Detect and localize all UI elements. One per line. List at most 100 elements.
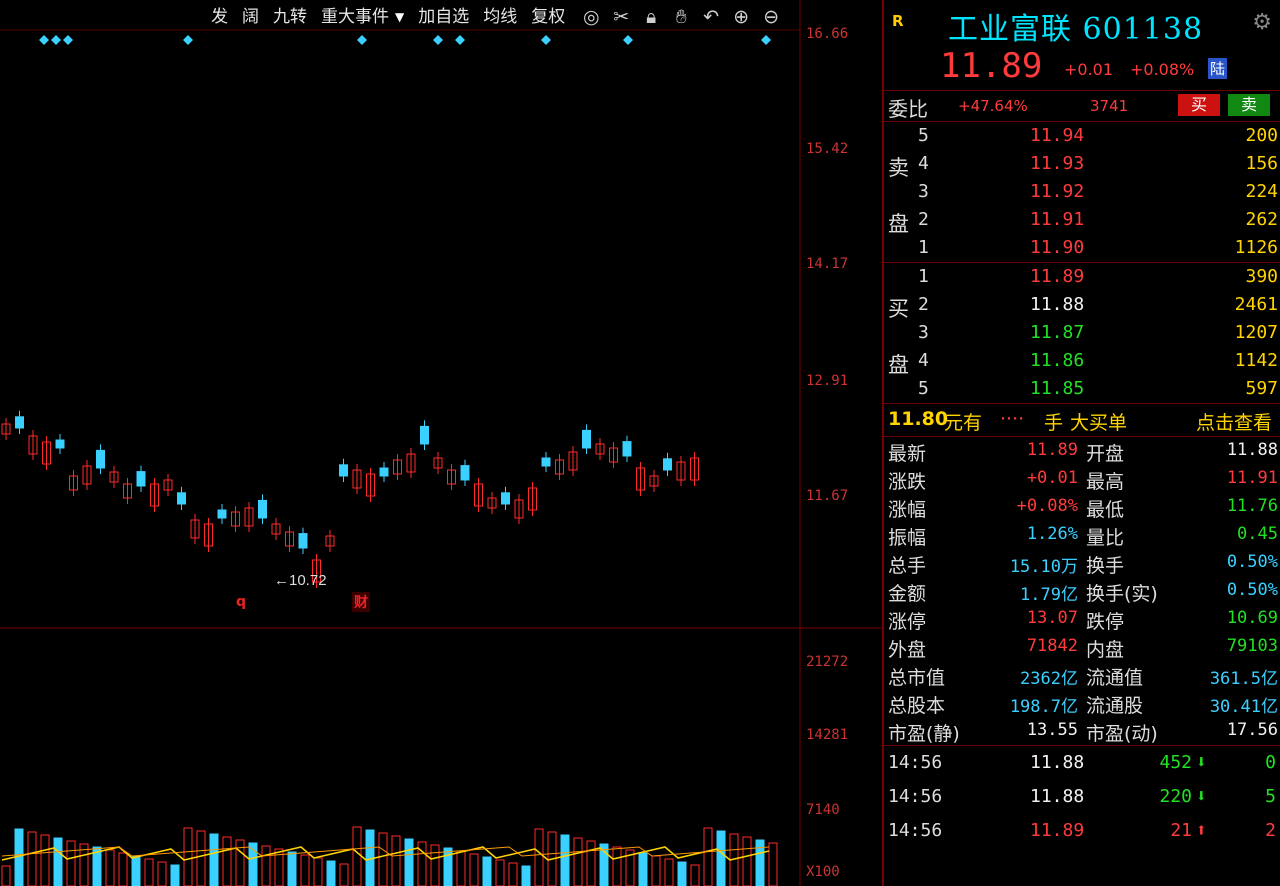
tick-volume: 452 — [1159, 752, 1192, 773]
eye-icon[interactable]: ◎ — [578, 4, 604, 30]
stat-value: 15.10万 — [1009, 557, 1078, 577]
major-events-label: 重大事件 — [321, 7, 389, 27]
event-marker-q[interactable]: q — [236, 594, 246, 610]
ask-volume: 200 — [1245, 125, 1278, 146]
last-price: 11.89 — [940, 46, 1043, 86]
ask-volume: 262 — [1245, 209, 1278, 230]
tick-time: 14:56 — [888, 786, 943, 807]
bid-price: 11.89 — [1030, 266, 1085, 287]
undo-icon[interactable]: ↶ — [698, 4, 724, 30]
chart-toolbar: 发 阔 九转 重大事件 ▼ 加自选 均线 复权 ◎ ✂ 🔒︎ ✋︎ ↶ ⊕ ⊖ — [204, 4, 784, 30]
volume-bar — [612, 846, 622, 886]
bid-volume: 1142 — [1234, 350, 1278, 371]
volume-bar — [378, 832, 388, 886]
zoom-out-icon[interactable]: ⊖ — [758, 4, 784, 30]
event-diamond-icon — [63, 35, 73, 45]
ask-row[interactable]: 4 11.93 156 — [884, 150, 1280, 178]
buy-button[interactable]: 买 — [1178, 94, 1220, 116]
toolbar-major-events-dropdown[interactable]: 重大事件 ▼ — [314, 4, 411, 30]
gear-icon[interactable]: ⚙ — [1252, 10, 1272, 35]
bid-row[interactable]: 1 11.89 390 — [884, 263, 1280, 291]
event-marker-financial[interactable]: 财 — [352, 592, 370, 612]
big-order-banner[interactable]: 11.80 元有 ···· 手 大买单 点击查看 — [884, 403, 1280, 437]
candle-body — [541, 457, 551, 467]
stat-value: 11.89 — [1026, 440, 1078, 460]
scissors-icon[interactable]: ✂ — [608, 4, 634, 30]
kline-chart[interactable] — [0, 0, 882, 886]
stat-value: 10.69 — [1226, 608, 1278, 628]
lock-icon[interactable]: 🔒︎ — [638, 4, 664, 30]
candle-body — [96, 449, 105, 469]
ask-price: 11.93 — [1030, 153, 1085, 174]
price-axis-label: 16.66 — [806, 26, 849, 42]
volume-bar — [430, 844, 440, 886]
toolbar-add-watchlist[interactable]: 加自选 — [411, 4, 476, 30]
candle-body — [258, 499, 267, 519]
stat-value: 13.07 — [1026, 608, 1078, 628]
stat-label: 外盘 — [888, 639, 927, 661]
volume-bar — [313, 857, 323, 886]
toolbar-fa[interactable]: 发 — [204, 4, 235, 30]
event-diamond-icon — [357, 35, 367, 45]
stat-value: 0.45 — [1237, 524, 1278, 544]
big-order-text: 大买单 — [1070, 412, 1128, 434]
stats-row: 涨跌 +0.01 最高 11.91 — [884, 465, 1280, 493]
stat-label: 最高 — [1086, 471, 1125, 493]
big-order-unit: 元有 — [944, 412, 983, 434]
stat-value: 79103 — [1226, 636, 1278, 656]
volume-bar — [196, 830, 206, 886]
toolbar-kuo[interactable]: 阔 — [235, 4, 266, 30]
volume-bar — [404, 838, 414, 886]
toolbar-jiuzhuan[interactable]: 九转 — [266, 4, 314, 30]
ask-row[interactable]: 1 11.90 1126 — [884, 234, 1280, 262]
zoom-in-icon[interactable]: ⊕ — [728, 4, 754, 30]
ask-row[interactable]: 2 11.91 262 — [884, 206, 1280, 234]
tick-time: 14:56 — [888, 752, 943, 773]
kline-chart-area[interactable]: 发 阔 九转 重大事件 ▼ 加自选 均线 复权 ◎ ✂ 🔒︎ ✋︎ ↶ ⊕ ⊖ … — [0, 0, 882, 886]
stat-label: 总手 — [888, 555, 927, 577]
tick-row: 14:56 11.88 220 ⬇ 5 — [884, 780, 1280, 814]
toolbar-adjust[interactable]: 复权 — [524, 4, 572, 30]
stat-value: 361.5亿 — [1209, 669, 1278, 689]
price-axis-label: 12.91 — [806, 373, 849, 389]
bid-row[interactable]: 5 11.85 597 — [884, 375, 1280, 403]
bid-row[interactable]: 4 11.86 1142 — [884, 347, 1280, 375]
stat-value: 1.79亿 — [1020, 585, 1078, 605]
volume-bar — [40, 834, 50, 886]
stat-label: 金额 — [888, 583, 927, 605]
stats-row: 市盈(静) 13.55 市盈(动) 17.56 — [884, 717, 1280, 745]
stat-value: 11.76 — [1226, 496, 1278, 516]
volume-bar — [339, 863, 349, 886]
volume-bar — [677, 861, 687, 886]
bid-volume: 390 — [1245, 266, 1278, 287]
volume-ma2-line — [1, 846, 770, 857]
stat-label: 涨跌 — [888, 471, 927, 493]
volume-ma-line — [1, 846, 770, 861]
tick-volume: 220 — [1159, 786, 1192, 807]
toolbar-moving-average[interactable]: 均线 — [476, 4, 524, 30]
hand-icon[interactable]: ✋︎ — [668, 4, 694, 30]
stat-label: 涨幅 — [888, 499, 927, 521]
ask-row[interactable]: 5 11.94 200 — [884, 122, 1280, 150]
sell-button[interactable]: 卖 — [1228, 94, 1270, 116]
volume-bar — [716, 830, 726, 886]
volume-bar — [300, 854, 310, 886]
stat-value: 71842 — [1026, 636, 1078, 656]
stat-value: 1.26% — [1026, 524, 1078, 544]
price-axis-label: 11.67 — [806, 488, 849, 504]
arrow-down-icon: ⬇ — [1196, 786, 1207, 807]
ask-level: 5 — [918, 125, 929, 146]
stat-label: 最低 — [1086, 499, 1125, 521]
ask-row[interactable]: 3 11.92 224 — [884, 178, 1280, 206]
candle-body — [420, 425, 429, 445]
volume-bar — [742, 836, 752, 886]
big-order-view-link[interactable]: 点击查看 — [1196, 408, 1272, 435]
volume-bar — [222, 836, 232, 886]
stat-value: 2362亿 — [1020, 669, 1078, 689]
volume-bar — [66, 840, 76, 886]
bid-row[interactable]: 2 11.88 2461 — [884, 291, 1280, 319]
tick-row: 14:56 11.89 21 ⬆ 2 — [884, 814, 1280, 848]
bid-row[interactable]: 3 11.87 1207 — [884, 319, 1280, 347]
volume-bar — [703, 827, 713, 886]
stat-label: 市盈(动) — [1086, 723, 1158, 745]
